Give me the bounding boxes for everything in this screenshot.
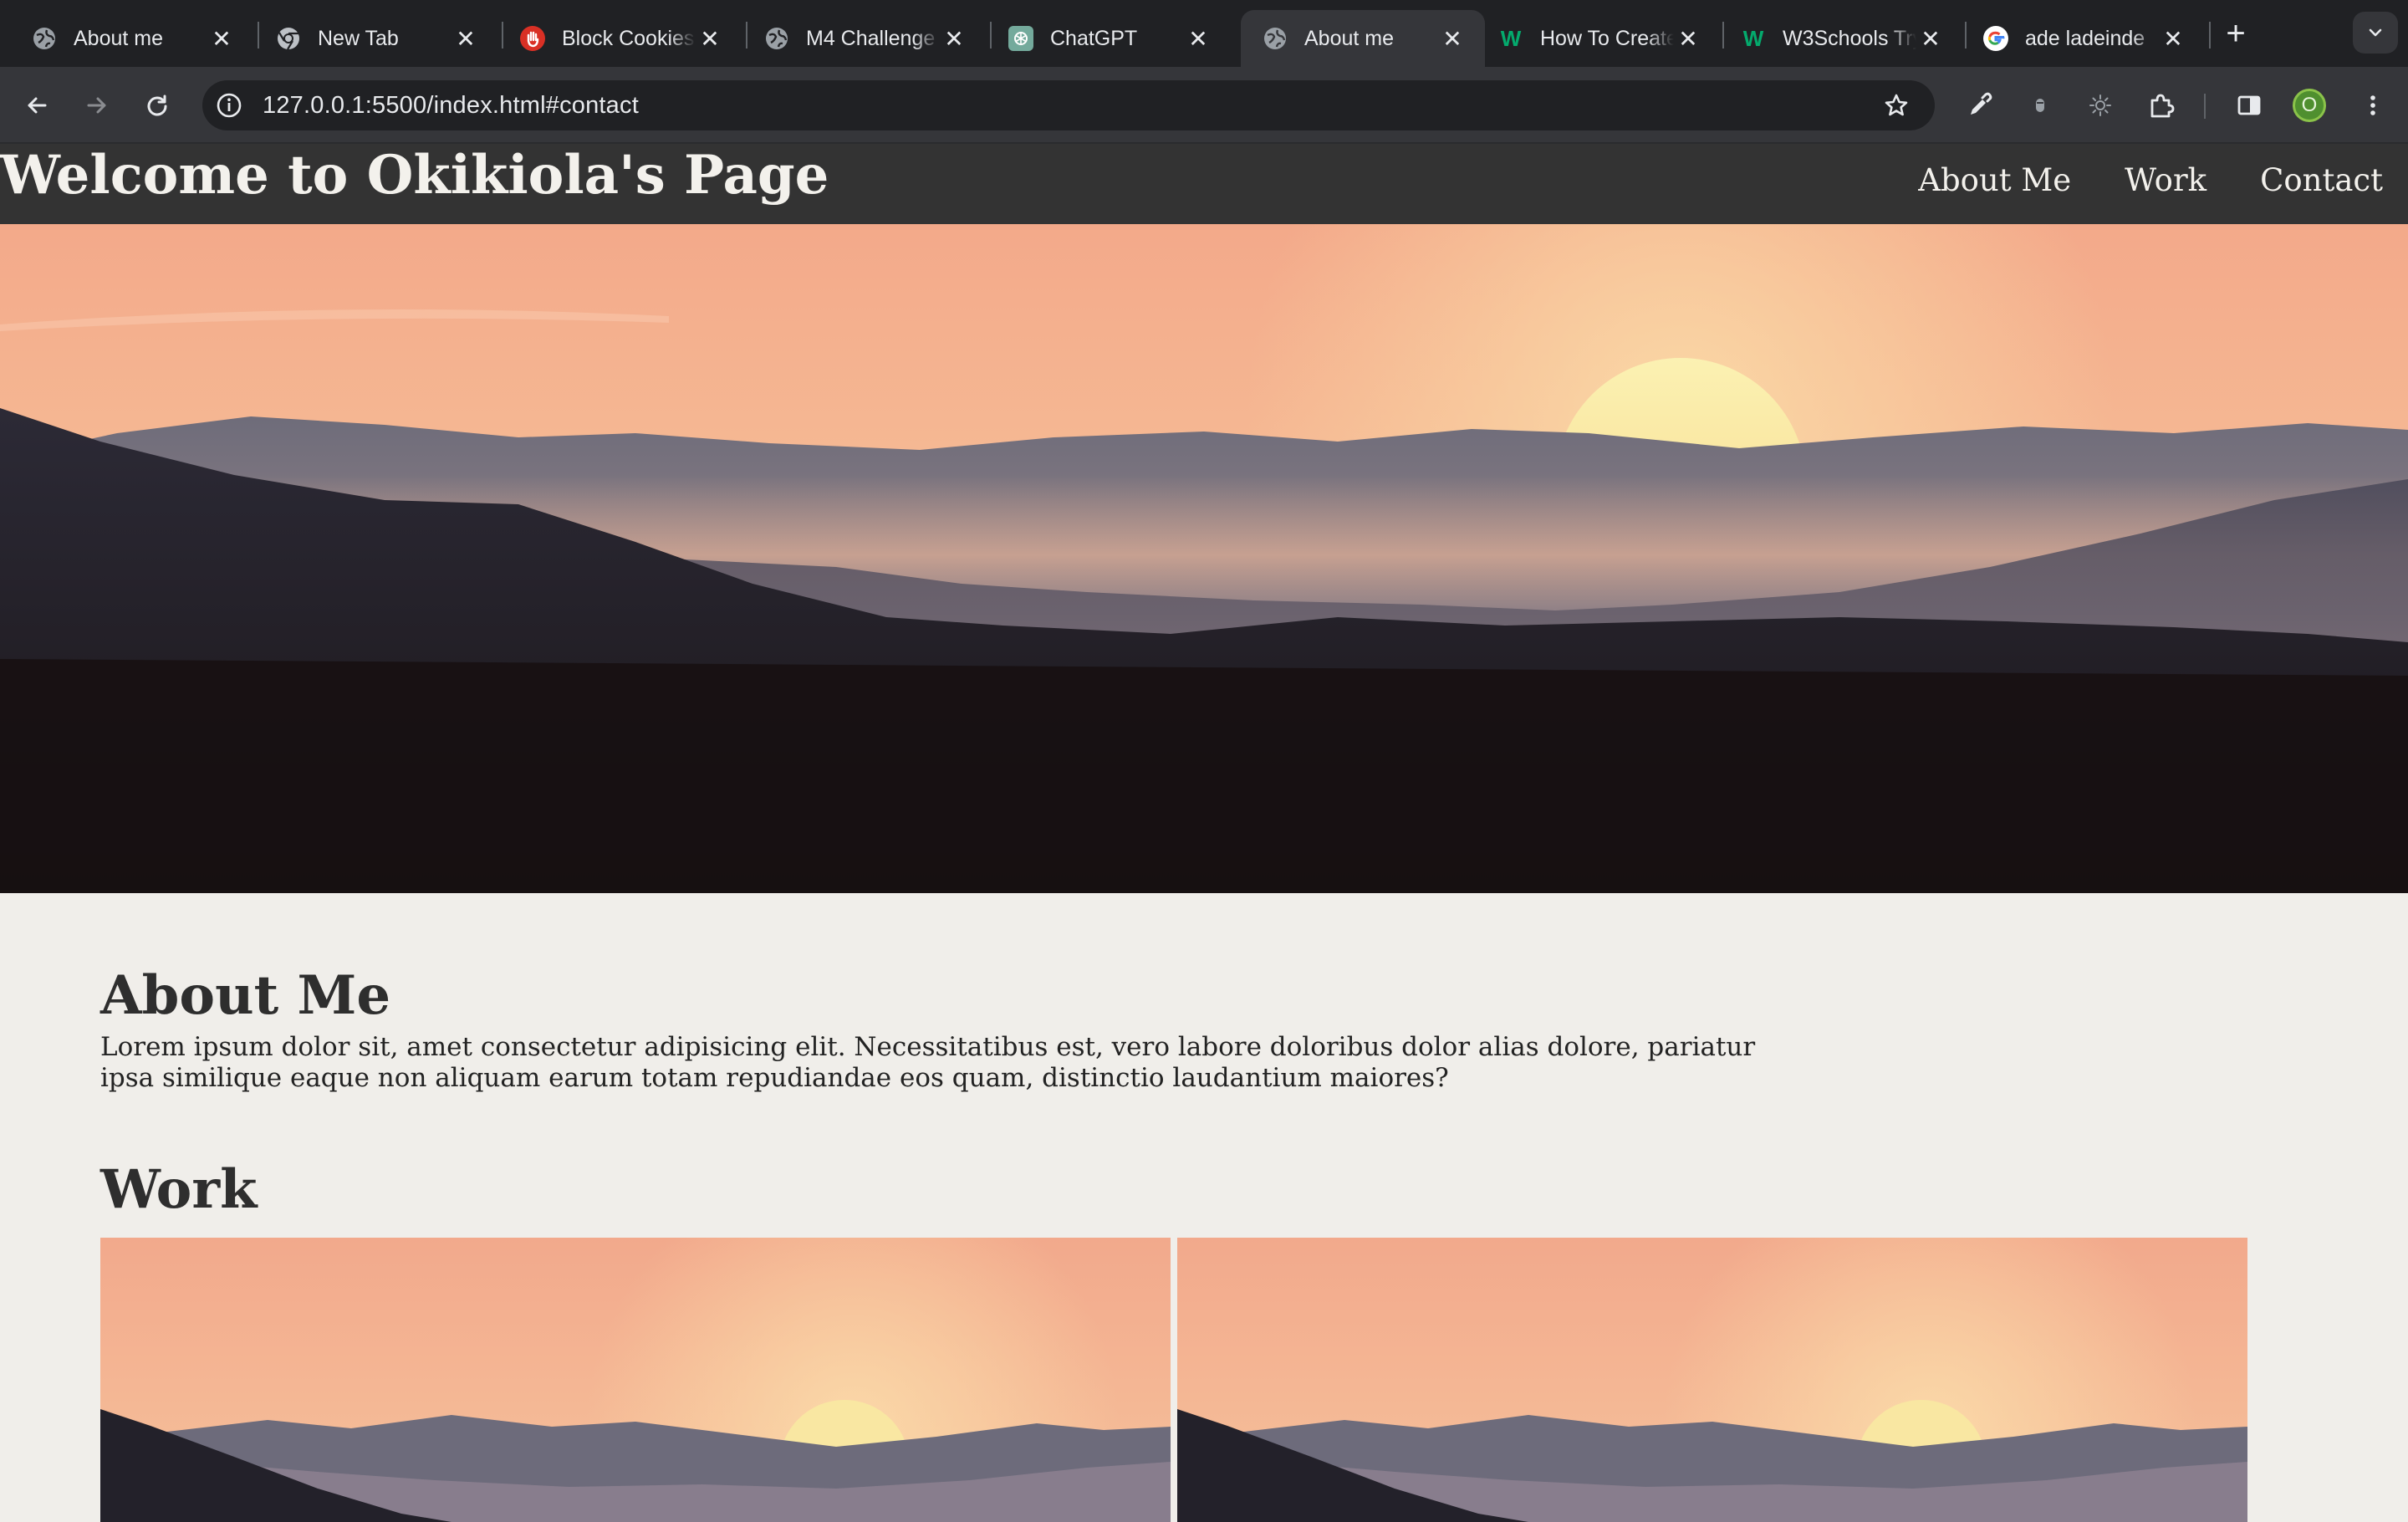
- tab-strip: About me ✕ New Tab ✕ Block Cookies ✕ M4 …: [0, 0, 2408, 67]
- reload-icon: [147, 94, 167, 116]
- w3schools-icon: W: [1500, 25, 1522, 51]
- chevron-down-icon: [2369, 28, 2382, 37]
- eyedropper-icon: [1971, 92, 1992, 115]
- nav-link-work[interactable]: Work: [2125, 162, 2206, 199]
- tab-title: How To Create: [1540, 26, 1674, 50]
- forward-button[interactable]: [77, 85, 117, 125]
- tab-block-cookies[interactable]: Block Cookies ✕: [498, 10, 742, 67]
- address-bar[interactable]: 127.0.0.1:5500/index.html#contact: [202, 80, 1935, 130]
- sun-icon: [2089, 94, 2111, 116]
- w3schools-icon: W: [1742, 25, 1764, 51]
- profile-avatar[interactable]: O: [2293, 89, 2326, 122]
- ghost-extension-icon: [2036, 99, 2044, 112]
- browser-toolbar: 127.0.0.1:5500/index.html#contact: [0, 67, 2408, 144]
- tab-about-me-active[interactable]: About me ✕: [1241, 10, 1485, 67]
- site-header: Welcome to Okikiola's Page About Me Work…: [0, 144, 2408, 224]
- close-icon[interactable]: ✕: [940, 24, 968, 53]
- extensions-menu-button[interactable]: [2140, 85, 2181, 125]
- color-picker-extension[interactable]: [1960, 85, 2000, 125]
- adblock-icon: [520, 26, 545, 51]
- site-info-icon[interactable]: [212, 89, 246, 122]
- tab-separator: [2209, 22, 2211, 49]
- arrow-right-icon: [87, 97, 106, 114]
- tab-google-search[interactable]: ade ladeinde ✕: [1962, 10, 2206, 67]
- close-icon[interactable]: ✕: [452, 24, 480, 53]
- chrome-icon: [276, 26, 301, 51]
- close-icon[interactable]: ✕: [207, 24, 236, 53]
- side-panel-icon: [2237, 95, 2261, 115]
- tab-title: About me: [74, 26, 164, 50]
- tab-title: ChatGPT: [1050, 26, 1138, 50]
- arrow-left-icon: [28, 97, 47, 114]
- chatgpt-icon: [1008, 26, 1033, 51]
- about-heading: About Me: [100, 964, 391, 1027]
- extension-button[interactable]: [2080, 85, 2120, 125]
- work-gallery: [100, 1238, 2247, 1522]
- side-panel-button[interactable]: [2229, 85, 2269, 125]
- toolbar-divider: [2204, 94, 2206, 119]
- work-image[interactable]: [1177, 1238, 2247, 1522]
- globe-icon: [764, 26, 789, 51]
- work-heading: Work: [100, 1158, 258, 1221]
- tab-title: Block Cookies: [562, 26, 695, 50]
- tab-title: W3Schools Tryit: [1783, 26, 1916, 50]
- reload-button[interactable]: [137, 85, 177, 125]
- globe-icon: [1263, 26, 1288, 51]
- close-icon[interactable]: ✕: [1674, 24, 1702, 53]
- back-button[interactable]: [17, 85, 57, 125]
- hero-image: [0, 224, 2408, 893]
- url-text[interactable]: 127.0.0.1:5500/index.html#contact: [263, 92, 639, 120]
- new-tab-button[interactable]: +: [2217, 15, 2254, 52]
- tab-how-to-create[interactable]: W How To Create ✕: [1477, 10, 1721, 67]
- page-title: Welcome to Okikiola's Page: [0, 144, 829, 207]
- close-icon[interactable]: ✕: [1184, 24, 1212, 53]
- tab-title: New Tab: [318, 26, 399, 50]
- google-icon: [1983, 26, 2008, 51]
- close-icon[interactable]: ✕: [1916, 24, 1945, 53]
- close-icon[interactable]: ✕: [2159, 24, 2187, 53]
- close-icon[interactable]: ✕: [696, 24, 724, 53]
- nav-link-about-me[interactable]: About Me: [1918, 162, 2071, 199]
- globe-icon: [32, 26, 57, 51]
- tab-search-button[interactable]: [2353, 12, 2398, 54]
- tab-new-tab[interactable]: New Tab ✕: [254, 10, 498, 67]
- work-image[interactable]: [100, 1238, 1171, 1522]
- tab-title: M4 Challenge: [806, 26, 936, 50]
- main-nav: About Me Work Contact: [1918, 162, 2383, 199]
- kebab-menu-icon: [2370, 95, 2375, 115]
- tab-w3schools-tryit[interactable]: W W3Schools Tryit ✕: [1719, 10, 1963, 67]
- tab-title: ade ladeinde: [2025, 26, 2145, 50]
- puzzle-icon: [2150, 94, 2175, 118]
- close-icon[interactable]: ✕: [1438, 24, 1467, 53]
- nav-link-contact[interactable]: Contact: [2260, 162, 2383, 199]
- tab-m4-challenge[interactable]: M4 Challenge ✕: [742, 10, 987, 67]
- about-text: Lorem ipsum dolor sit, amet consectetur …: [100, 1032, 1756, 1093]
- tab-chatgpt[interactable]: ChatGPT ✕: [987, 10, 1231, 67]
- bookmark-star-icon[interactable]: [1880, 89, 1913, 122]
- tab-about-me[interactable]: About me ✕: [10, 10, 254, 67]
- tab-title: About me: [1304, 26, 1395, 50]
- browser-menu-button[interactable]: [2353, 85, 2393, 125]
- extension-button[interactable]: [2020, 85, 2060, 125]
